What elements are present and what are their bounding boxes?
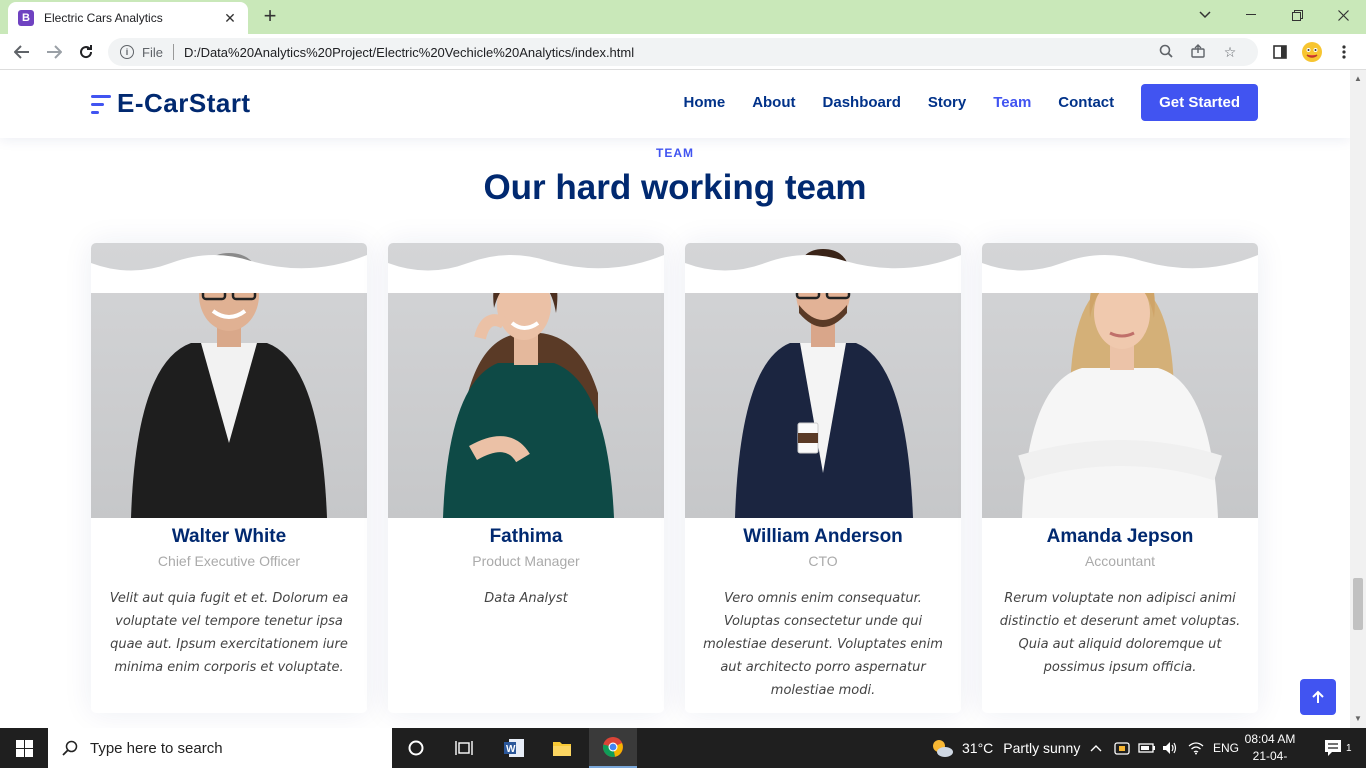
site-header: E-CarStart Home About Dashboard Story Te… [0, 70, 1350, 138]
wave-divider [91, 254, 367, 293]
logo-text: E-CarStart [117, 88, 251, 118]
bookmark-star-icon[interactable]: ☆ [1214, 44, 1246, 61]
search-icon [62, 740, 78, 756]
reload-icon[interactable] [74, 40, 98, 64]
close-tab-icon[interactable]: ✕ [222, 10, 238, 27]
member-role: CTO [808, 553, 838, 569]
clock-date: 21-04-2023 [1252, 749, 1288, 780]
tray-app-icon[interactable] [1114, 728, 1130, 768]
member-name: Fathima [489, 526, 563, 547]
restore-icon[interactable] [1274, 0, 1320, 30]
zoom-icon[interactable] [1150, 44, 1182, 61]
browser-tab-strip: B Electric Cars Analytics ✕ + [0, 0, 1366, 34]
browser-toolbar: i File D:/Data%20Analytics%20Project/Ele… [0, 34, 1366, 70]
url-divider [172, 44, 174, 60]
logo-bars-icon [91, 92, 111, 116]
page-scrollbar[interactable]: ▲ ▼ [1350, 70, 1366, 728]
side-panel-icon[interactable] [1268, 40, 1292, 64]
nav-home[interactable]: Home [684, 94, 726, 111]
notifications-icon[interactable]: 1 [1324, 728, 1352, 768]
task-view-icon[interactable] [440, 728, 488, 768]
windows-taskbar: Type here to search W 31°C Partly sunny … [0, 728, 1366, 780]
browser-tab[interactable]: B Electric Cars Analytics ✕ [8, 2, 248, 34]
web-page: E-CarStart Home About Dashboard Story Te… [0, 70, 1350, 728]
nav-team[interactable]: Team [993, 94, 1031, 111]
back-to-top-button[interactable] [1300, 679, 1336, 715]
team-member-card: Walter White Chief Executive Officer Vel… [91, 243, 367, 713]
scroll-down-arrow-icon[interactable]: ▼ [1353, 714, 1363, 724]
site-info-icon[interactable]: i [120, 45, 134, 59]
show-hidden-icons-chevron-icon[interactable] [1090, 728, 1102, 768]
member-role: Chief Executive Officer [157, 553, 301, 569]
weather-widget[interactable]: 31°C Partly sunny [930, 728, 1080, 768]
word-app-icon[interactable]: W [490, 728, 538, 768]
section-title: Our hard working team [483, 168, 867, 207]
weather-temperature: 31°C [962, 740, 994, 756]
volume-icon[interactable] [1162, 728, 1178, 768]
member-bio: Velit aut quia fugit et et. Dolorum ea v… [109, 591, 349, 675]
windows-start-button[interactable] [0, 728, 48, 768]
wave-divider [982, 254, 1258, 293]
browser-menu-icon[interactable] [1332, 40, 1356, 64]
nav-dashboard[interactable]: Dashboard [823, 94, 901, 111]
member-bio: Vero omnis enim consequatur. Voluptas co… [703, 591, 943, 698]
wave-divider [685, 254, 961, 293]
share-icon[interactable] [1182, 43, 1214, 61]
nav-contact[interactable]: Contact [1058, 94, 1114, 111]
bootstrap-favicon-icon: B [18, 10, 34, 26]
clock-time: 08:04 AM [1244, 732, 1296, 746]
member-name: Amanda Jepson [1046, 526, 1194, 547]
close-window-icon[interactable] [1320, 0, 1366, 30]
url-scheme-label: File [142, 44, 163, 60]
member-role: Product Manager [472, 553, 580, 569]
member-role: Accountant [1084, 553, 1156, 569]
scrollbar-thumb[interactable] [1353, 578, 1363, 630]
tab-search-chevron-icon[interactable] [1182, 0, 1228, 30]
notification-count: 1 [1346, 742, 1352, 754]
url-text[interactable]: D:/Data%20Analytics%20Project/Electric%2… [184, 45, 1150, 60]
taskbar-search-box[interactable]: Type here to search [48, 728, 392, 768]
wave-divider [388, 254, 664, 293]
member-photo [685, 243, 961, 518]
minimize-icon[interactable] [1228, 0, 1274, 30]
get-started-button[interactable]: Get Started [1141, 84, 1258, 121]
tab-title: Electric Cars Analytics [44, 11, 163, 25]
main-nav: Home About Dashboard Story Team Contact … [657, 84, 1258, 121]
site-logo[interactable]: E-CarStart [91, 88, 251, 119]
member-bio: Rerum voluptate non adipisci animi disti… [999, 591, 1241, 675]
forward-arrow-icon[interactable] [42, 40, 66, 64]
arrow-up-icon [1312, 690, 1324, 703]
profile-avatar-icon[interactable] [1300, 40, 1324, 64]
nav-story[interactable]: Story [928, 94, 966, 111]
nav-about[interactable]: About [752, 94, 795, 111]
weather-condition: Partly sunny [1003, 740, 1081, 756]
address-bar[interactable]: i File D:/Data%20Analytics%20Project/Ele… [108, 38, 1258, 66]
member-photo [91, 243, 367, 518]
search-placeholder: Type here to search [90, 739, 223, 757]
team-member-card: Amanda Jepson Accountant Rerum voluptate… [982, 243, 1258, 713]
windows-logo-icon [15, 739, 33, 757]
team-member-card: William Anderson CTO Vero omnis enim con… [685, 243, 961, 713]
section-subtitle: TEAM [656, 146, 694, 160]
member-photo [388, 243, 664, 518]
wifi-icon[interactable] [1188, 728, 1204, 768]
chrome-app-icon[interactable] [589, 728, 637, 768]
partly-sunny-icon [930, 738, 954, 758]
team-member-card: Fathima Product Manager Data Analyst [388, 243, 664, 713]
member-photo [982, 243, 1258, 518]
system-clock[interactable]: 08:04 AM 21-04-2023 [1240, 731, 1300, 782]
new-tab-button[interactable]: + [258, 5, 282, 29]
svg-text:W: W [506, 744, 516, 755]
back-arrow-icon[interactable] [10, 40, 34, 64]
scroll-up-arrow-icon[interactable]: ▲ [1353, 74, 1363, 84]
file-explorer-icon[interactable] [538, 728, 586, 768]
member-bio: Data Analyst [484, 591, 568, 606]
member-name: Walter White [171, 526, 287, 547]
member-name: William Anderson [743, 526, 903, 547]
language-indicator[interactable]: ENG [1213, 728, 1239, 768]
battery-icon[interactable] [1138, 728, 1156, 768]
cortana-icon[interactable] [392, 728, 440, 768]
